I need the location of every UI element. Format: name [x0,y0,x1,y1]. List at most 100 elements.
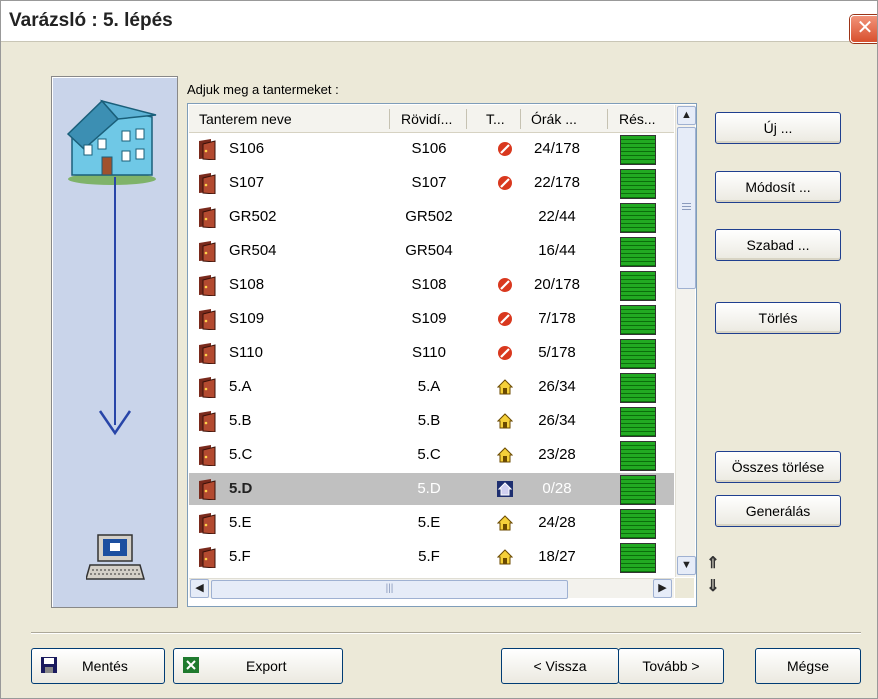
column-divider[interactable] [389,109,390,129]
room-hours: 24/28 [538,514,576,531]
modify-button[interactable]: Módosít ... [715,171,841,203]
export-button[interactable]: Export [173,648,343,684]
column-header-reserved[interactable]: Rés... [619,111,656,127]
room-name: 5.B [229,412,252,429]
column-header-type[interactable]: T... [486,111,505,127]
room-hours: 16/44 [538,242,576,259]
title-bar: Varázsló : 5. lépés ✕ [1,1,877,43]
close-button[interactable]: ✕ [850,15,877,43]
move-down-icon[interactable]: ⇓ [706,579,720,597]
back-button[interactable]: < Vissza [501,648,619,684]
room-hours: 18/27 [538,548,576,565]
table-row[interactable]: 5.A 5.A 26/34 [189,371,674,403]
table-row[interactable]: S110 S110 5/178 [189,337,674,369]
forbidden-icon [497,277,513,293]
forbidden-icon [497,311,513,327]
room-name: 5.C [229,446,253,463]
table-row[interactable]: 5.E 5.E 24/28 [189,507,674,539]
room-hours: 26/34 [538,378,576,395]
room-name: S109 [229,310,265,327]
room-short-name: 5.E [417,514,441,531]
room-name: 5.A [229,378,252,395]
delete-all-button[interactable]: Összes törlése [715,451,841,483]
generate-button[interactable]: Generálás [715,495,841,527]
room-short-name: GR502 [405,208,453,225]
column-divider[interactable] [520,109,521,129]
room-name: S108 [229,276,265,293]
door-icon [197,478,217,501]
table-row[interactable]: GR502 GR502 22/44 [189,201,674,233]
scroll-left-button[interactable]: ◀ [190,579,209,598]
room-hours: 0/28 [542,480,572,497]
room-hours: 7/178 [538,310,576,327]
table-row[interactable]: 5.D 5.D 0/28 [189,473,674,505]
room-hours: 20/178 [534,276,580,293]
room-name: GR504 [229,242,277,259]
door-icon [197,376,217,399]
home-icon [496,413,514,429]
room-short-name: S110 [412,344,446,361]
table-row[interactable]: 5.F 5.F 18/27 [189,541,674,573]
scroll-down-button[interactable]: ▼ [677,556,696,575]
forbidden-icon [497,175,513,191]
room-short-name: 5.D [417,480,441,497]
vertical-scroll-thumb[interactable] [677,127,696,289]
cancel-button[interactable]: Mégse [755,648,861,684]
next-button[interactable]: Tovább > [618,648,724,684]
room-hours: 24/178 [534,140,580,157]
table-row[interactable]: 5.C 5.C 23/28 [189,439,674,471]
room-name: 5.D [229,480,253,497]
scrollbar-corner [675,578,694,598]
room-short-name: S107 [411,174,447,191]
table-row[interactable]: S107 S107 22/178 [189,167,674,199]
horizontal-scrollbar[interactable]: ◀ ||| ▶ [189,578,674,599]
availability-bar [620,475,656,505]
column-header-short[interactable]: Rövidí... [401,111,452,127]
column-divider[interactable] [607,109,608,129]
availability-bar [620,339,656,369]
new-button[interactable]: Új ... [715,112,841,144]
classroom-list[interactable]: Tanterem neve Rövidí... T... Órák ... Ré… [187,103,697,607]
door-icon [197,138,217,161]
home-icon [496,379,514,395]
delete-button[interactable]: Törlés [715,302,841,334]
door-icon [197,512,217,535]
column-header-name[interactable]: Tanterem neve [199,111,292,127]
home-icon [496,447,514,463]
availability-bar [620,373,656,403]
room-name: 5.E [229,514,252,531]
availability-bar [620,305,656,335]
home-icon [497,481,513,497]
column-header-hours[interactable]: Órák ... [531,111,577,127]
availability-bar [620,441,656,471]
table-row[interactable]: GR504 GR504 16/44 [189,235,674,267]
save-button[interactable]: Mentés [31,648,165,684]
free-button[interactable]: Szabad ... [715,229,841,261]
forbidden-icon [497,345,513,361]
column-divider[interactable] [466,109,467,129]
prompt-label: Adjuk meg a tantermeket : [187,82,339,97]
door-icon [197,410,217,433]
room-hours: 5/178 [538,344,576,361]
table-row[interactable]: S109 S109 7/178 [189,303,674,335]
scroll-up-button[interactable]: ▲ [677,106,696,125]
horizontal-scroll-thumb[interactable]: ||| [211,580,568,599]
home-icon [496,549,514,565]
scroll-grip [682,203,691,204]
room-short-name: 5.F [418,548,440,565]
vertical-scrollbar[interactable]: ▲ ▼ [675,105,696,577]
table-row[interactable]: S106 S106 24/178 [189,133,674,165]
availability-bar [620,543,656,573]
scroll-right-button[interactable]: ▶ [653,579,672,598]
room-hours: 23/28 [538,446,576,463]
room-hours: 26/34 [538,412,576,429]
room-short-name: 5.C [417,446,441,463]
door-icon [197,444,217,467]
room-hours: 22/44 [538,208,576,225]
availability-bar [620,169,656,199]
window-title: Varázsló : 5. lépés [9,10,173,31]
table-row[interactable]: 5.B 5.B 26/34 [189,405,674,437]
move-up-icon[interactable]: ⇑ [706,556,720,574]
room-short-name: S108 [411,276,447,293]
table-row[interactable]: S108 S108 20/178 [189,269,674,301]
